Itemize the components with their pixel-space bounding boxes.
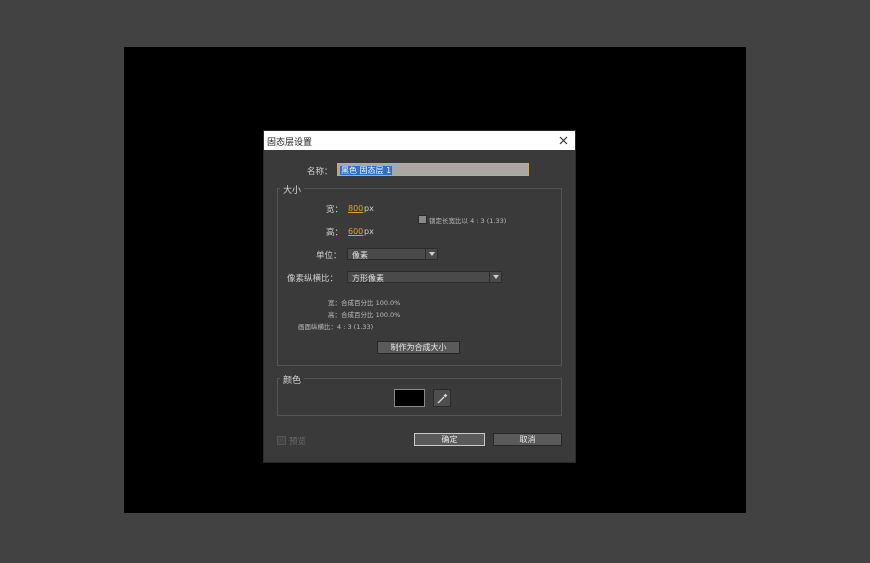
make-comp-size-button[interactable]: 制作为合成大小 [377, 341, 460, 354]
preview-checkbox[interactable] [277, 436, 286, 445]
chevron-down-icon [489, 272, 501, 282]
info-height: 高：合成百分比 100.0% [328, 311, 401, 319]
color-swatch[interactable] [394, 389, 425, 407]
eyedropper-button[interactable] [433, 389, 451, 407]
lock-aspect-label: 锁定长宽比以 4 : 3 (1.33) [429, 217, 507, 225]
width-label: 宽： [326, 205, 344, 215]
solid-settings-dialog: 固态层设置 名称： 黑色 固态层 1 大小 宽： 800 px 锁定长宽比以 4… [264, 131, 575, 462]
close-button[interactable] [551, 131, 575, 150]
par-select-value: 方形像素 [352, 274, 384, 283]
name-label: 名称： [307, 167, 333, 177]
height-unit: px [364, 227, 374, 236]
units-select[interactable]: 像素 [347, 248, 438, 260]
close-icon [559, 136, 567, 145]
dialog-title: 固态层设置 [267, 138, 313, 148]
height-label: 高： [326, 228, 344, 238]
width-value[interactable]: 800 [348, 204, 363, 213]
color-legend: 颜色 [280, 373, 305, 386]
units-select-value: 像素 [352, 251, 368, 260]
name-input-value: 黑色 固态层 1 [340, 166, 393, 175]
chevron-down-icon [425, 249, 437, 259]
width-unit: px [364, 204, 374, 213]
par-label: 像素纵横比： [287, 274, 339, 284]
height-value[interactable]: 600 [348, 227, 363, 236]
dialog-titlebar: 固态层设置 [264, 131, 575, 150]
info-frame-aspect: 画面纵横比：4 : 3 (1.33) [298, 323, 374, 331]
lock-aspect-checkbox[interactable] [418, 215, 427, 224]
info-width: 宽：合成百分比 100.0% [328, 299, 401, 307]
par-select[interactable]: 方形像素 [347, 271, 502, 283]
ok-button[interactable]: 确定 [414, 433, 485, 446]
size-legend: 大小 [280, 183, 305, 196]
units-label: 单位： [316, 251, 342, 261]
eyedropper-icon [437, 393, 447, 403]
name-input[interactable]: 黑色 固态层 1 [337, 163, 529, 176]
cancel-button[interactable]: 取消 [493, 433, 562, 446]
preview-label: 预览 [289, 437, 307, 447]
